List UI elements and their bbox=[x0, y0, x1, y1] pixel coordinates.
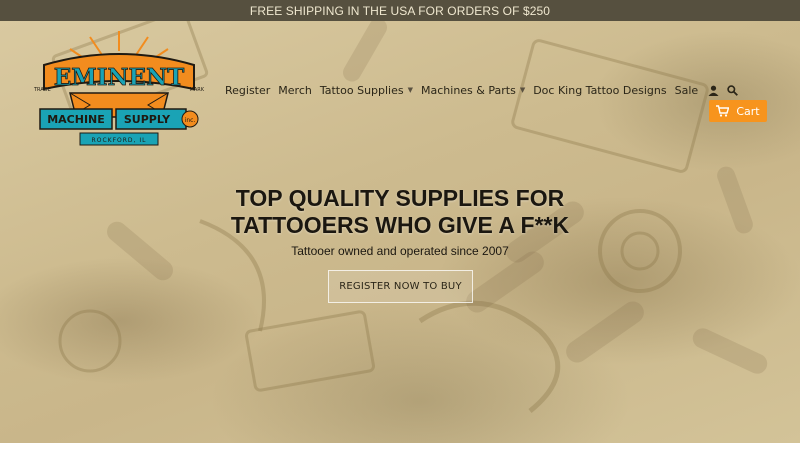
register-now-button[interactable]: REGISTER NOW TO BUY bbox=[328, 270, 473, 303]
logo-left-small: TRADE bbox=[33, 87, 51, 93]
nav-merch-label: Merch bbox=[278, 83, 312, 97]
register-now-label: REGISTER NOW TO BUY bbox=[339, 281, 462, 292]
search-icon[interactable] bbox=[725, 83, 739, 97]
logo-location: ROCKFORD, IL bbox=[92, 137, 147, 144]
chevron-down-icon: ▼ bbox=[519, 86, 526, 94]
nav-register-label: Register bbox=[225, 83, 271, 97]
nav-machines-parts-label: Machines & Parts bbox=[421, 83, 516, 97]
cart-icon bbox=[716, 105, 730, 117]
hero-headline-line2: TATTOOERS WHO GIVE A F**K bbox=[230, 212, 570, 238]
nav-sale[interactable]: Sale bbox=[675, 84, 699, 97]
nav-register[interactable]: Register bbox=[225, 84, 270, 97]
nav-tattoo-supplies-label: Tattoo Supplies bbox=[319, 83, 404, 97]
user-icon[interactable] bbox=[706, 83, 720, 97]
nav-sale-label: Sale bbox=[674, 83, 699, 97]
page-body-start bbox=[0, 443, 800, 450]
nav-doc-king-label: Doc King Tattoo Designs bbox=[533, 83, 667, 97]
cart-button[interactable]: Cart bbox=[709, 100, 767, 122]
logo-brand-right: SUPPLY bbox=[124, 113, 171, 126]
announcement-text: FREE SHIPPING IN THE USA FOR ORDERS OF $… bbox=[249, 3, 551, 18]
announcement-bar: FREE SHIPPING IN THE USA FOR ORDERS OF $… bbox=[0, 0, 800, 21]
nav-machines-parts[interactable]: Machines & Parts ▼ bbox=[421, 84, 525, 97]
cart-label: Cart bbox=[736, 104, 760, 118]
main-nav: Register Merch Tattoo Supplies ▼ Machines… bbox=[225, 80, 744, 100]
hero-headline: TOP QUALITY SUPPLIES FOR TATTOOERS WHO G… bbox=[150, 185, 650, 239]
hero-headline-line1: TOP QUALITY SUPPLIES FOR bbox=[235, 185, 565, 211]
nav-tattoo-supplies[interactable]: Tattoo Supplies ▼ bbox=[320, 84, 413, 97]
chevron-down-icon: ▼ bbox=[407, 86, 414, 94]
hero-banner: EMINENT TRADE MARK MACHINE SUPPLY inc. R… bbox=[0, 21, 800, 443]
logo-brand-top: EMINENT bbox=[54, 64, 184, 91]
logo-brand-inc: inc. bbox=[185, 117, 196, 124]
logo-brand-left: MACHINE bbox=[47, 113, 105, 126]
nav-merch[interactable]: Merch bbox=[278, 84, 312, 97]
hero-tagline: Tattooer owned and operated since 2007 bbox=[291, 244, 509, 258]
logo-right-small: MARK bbox=[190, 87, 205, 93]
eminent-logo[interactable]: EMINENT TRADE MARK MACHINE SUPPLY inc. R… bbox=[30, 29, 208, 149]
nav-doc-king[interactable]: Doc King Tattoo Designs bbox=[533, 84, 666, 97]
